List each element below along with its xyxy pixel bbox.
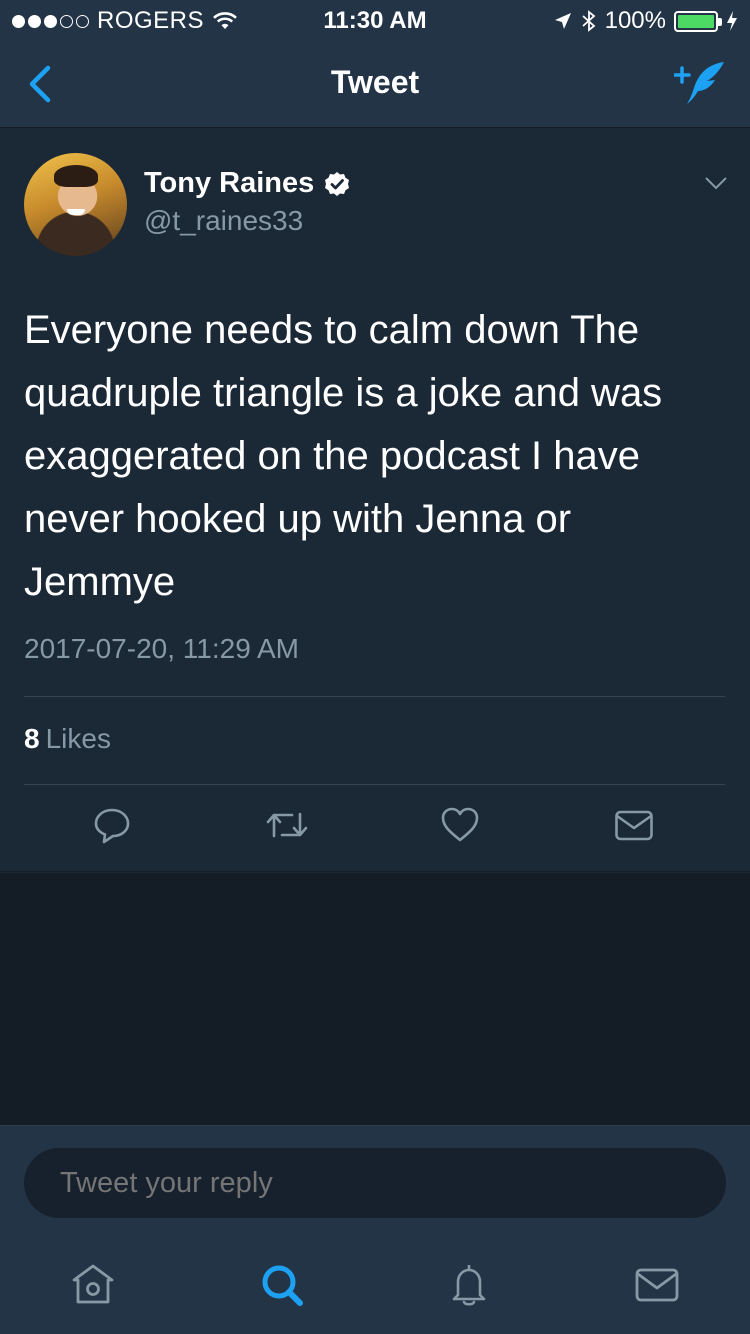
battery-percent: 100% [604, 7, 666, 34]
navigation-bar: Tweet [0, 40, 750, 128]
author-name-row[interactable]: Tony Raines [144, 167, 350, 200]
retweet-icon[interactable] [265, 805, 309, 845]
search-icon[interactable] [259, 1262, 305, 1308]
likes-count: 8 [24, 723, 40, 754]
empty-area [0, 873, 750, 1125]
page-title: Tweet [330, 64, 420, 100]
status-right: 100% [553, 7, 738, 35]
reply-input[interactable] [24, 1148, 726, 1218]
likes-label: Likes [45, 723, 111, 754]
battery-icon [674, 10, 722, 32]
tweet-text: Everyone needs to calm down The quadrupl… [24, 308, 663, 604]
like-icon[interactable] [440, 805, 480, 845]
divider [24, 784, 725, 785]
avatar[interactable] [24, 153, 127, 256]
divider [24, 696, 725, 697]
compose-tweet-icon[interactable] [674, 58, 728, 108]
bluetooth-icon [582, 10, 595, 32]
likes-summary[interactable]: 8 Likes [24, 723, 111, 755]
tweet-timestamp: 2017-07-20, 11:29 AM [24, 633, 300, 664]
location-arrow-icon [554, 13, 571, 29]
direct-message-icon[interactable] [614, 805, 654, 845]
reply-icon[interactable] [92, 805, 132, 845]
chevron-down-icon[interactable] [704, 175, 728, 191]
status-bar: ROGERS 11:30 AM 100% [0, 0, 750, 40]
messages-icon[interactable] [634, 1262, 680, 1308]
author-name[interactable]: Tony Raines [144, 167, 314, 200]
bottom-bar [0, 1125, 750, 1334]
notifications-icon[interactable] [446, 1262, 492, 1308]
charging-bolt-icon [727, 11, 737, 31]
author-handle[interactable]: @t_raines33 [144, 205, 303, 237]
verified-badge-icon [325, 171, 350, 196]
home-icon[interactable] [70, 1262, 116, 1308]
tweet-detail: Tony Raines @t_raines33 Everyone needs t… [0, 129, 750, 872]
